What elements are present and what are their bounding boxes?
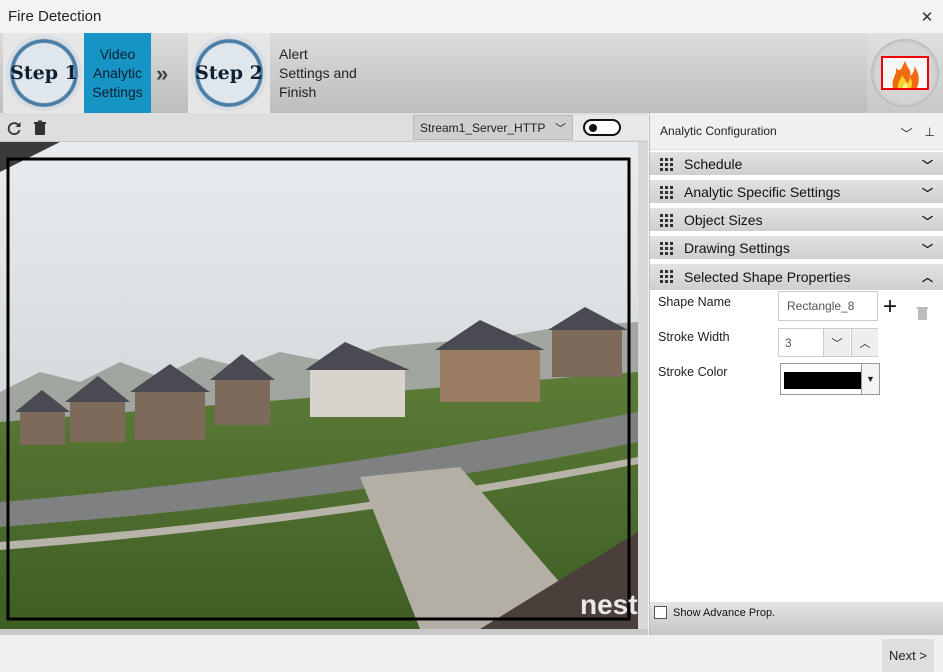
pin-icon[interactable]: ⊥: [925, 125, 935, 142]
stream-select-value: Stream1_Server_HTTP: [420, 120, 546, 135]
title-bar: Fire Detection ✕: [0, 0, 943, 33]
panel-title: Analytic Configuration: [660, 124, 777, 138]
chevron-down-icon[interactable]: ﹀: [901, 125, 913, 142]
next-button[interactable]: Next >: [882, 639, 934, 672]
section-schedule[interactable]: Schedule ﹀: [650, 152, 943, 178]
section-object-sizes[interactable]: Object Sizes ﹀: [650, 208, 943, 234]
grip-icon: [660, 186, 673, 199]
chevron-up-icon[interactable]: ︿: [922, 269, 933, 285]
section-label: Analytic Specific Settings: [684, 183, 841, 200]
section-analytic-specific-settings[interactable]: Analytic Specific Settings ﹀: [650, 180, 943, 206]
section-drawing-settings[interactable]: Drawing Settings ﹀: [650, 236, 943, 262]
stream-toggle[interactable]: [583, 119, 621, 136]
close-icon[interactable]: ✕: [919, 8, 935, 26]
splitter[interactable]: [638, 142, 648, 635]
toggle-area: [573, 115, 648, 140]
show-advance-checkbox[interactable]: [654, 606, 667, 619]
section-selected-shape-properties[interactable]: Selected Shape Properties ︿: [650, 264, 943, 290]
shape-name-label: Shape Name: [658, 295, 731, 309]
app-logo: [867, 33, 943, 113]
shape-name-input[interactable]: Rectangle_8: [778, 291, 878, 321]
shape-name-value: Rectangle_8: [787, 299, 855, 313]
section-label: Object Sizes: [684, 211, 763, 228]
color-swatch: [784, 372, 861, 389]
stroke-width-label: Stroke Width: [658, 330, 730, 344]
nest-watermark: nest: [580, 589, 638, 620]
stroke-width-value: 3: [785, 336, 792, 350]
video-feed[interactable]: nest: [0, 142, 638, 629]
section-label: Schedule: [684, 155, 743, 172]
grip-icon: [660, 214, 673, 227]
dropdown-arrow-icon[interactable]: ▼: [861, 364, 879, 394]
chevron-down-icon[interactable]: ﹀: [922, 157, 933, 173]
camera-image: nest: [0, 142, 638, 629]
decrement-icon[interactable]: ﹀: [823, 329, 850, 356]
footer: Next >: [0, 635, 943, 672]
increment-icon[interactable]: ︿: [851, 329, 878, 356]
trash-icon[interactable]: [32, 120, 48, 136]
stroke-width-stepper[interactable]: 3 ﹀ ︿: [778, 328, 878, 357]
show-advance-row: Show Advance Prop.: [650, 602, 943, 635]
chevron-down-icon: ﹀: [555, 123, 566, 135]
double-chevron-right-icon: »: [156, 61, 168, 86]
stroke-color-picker[interactable]: ▼: [780, 363, 880, 395]
step1-badge-text: Step 1: [10, 62, 78, 84]
show-advance-label: Show Advance Prop.: [673, 607, 776, 619]
step2-label[interactable]: Alert Settings and Finish: [279, 33, 359, 113]
stroke-color-label: Stroke Color: [658, 365, 728, 379]
step2-badge[interactable]: Step 2: [188, 33, 270, 113]
section-label: Drawing Settings: [684, 239, 790, 256]
delete-shape-icon[interactable]: [916, 306, 929, 320]
grip-icon: [660, 242, 673, 255]
window-title: Fire Detection: [8, 8, 102, 25]
step2-badge-text: Step 2: [195, 62, 263, 84]
add-shape-icon[interactable]: +: [883, 295, 897, 319]
chevron-down-icon[interactable]: ﹀: [922, 241, 933, 257]
section-label: Selected Shape Properties: [684, 269, 851, 285]
refresh-icon[interactable]: [6, 120, 22, 136]
chevron-down-icon[interactable]: ﹀: [922, 185, 933, 201]
analytic-config-panel: Analytic Configuration ﹀ ⊥ Schedule ﹀ Anal…: [649, 113, 943, 635]
fire-icon: [881, 56, 929, 90]
stream-select[interactable]: Stream1_Server_HTTP ﹀: [413, 115, 573, 140]
grip-icon: [660, 270, 673, 283]
panel-header: Analytic Configuration ﹀ ⊥: [650, 113, 943, 150]
step1-label[interactable]: Video Analytic Settings: [84, 33, 151, 113]
grip-icon: [660, 158, 673, 171]
step1-badge[interactable]: Step 1: [3, 33, 85, 113]
wizard-steps: Step 1 Video Analytic Settings » Step 2 …: [0, 33, 943, 113]
video-toolbar: Stream1_Server_HTTP ﹀: [0, 113, 648, 142]
chevron-down-icon[interactable]: ﹀: [922, 213, 933, 229]
